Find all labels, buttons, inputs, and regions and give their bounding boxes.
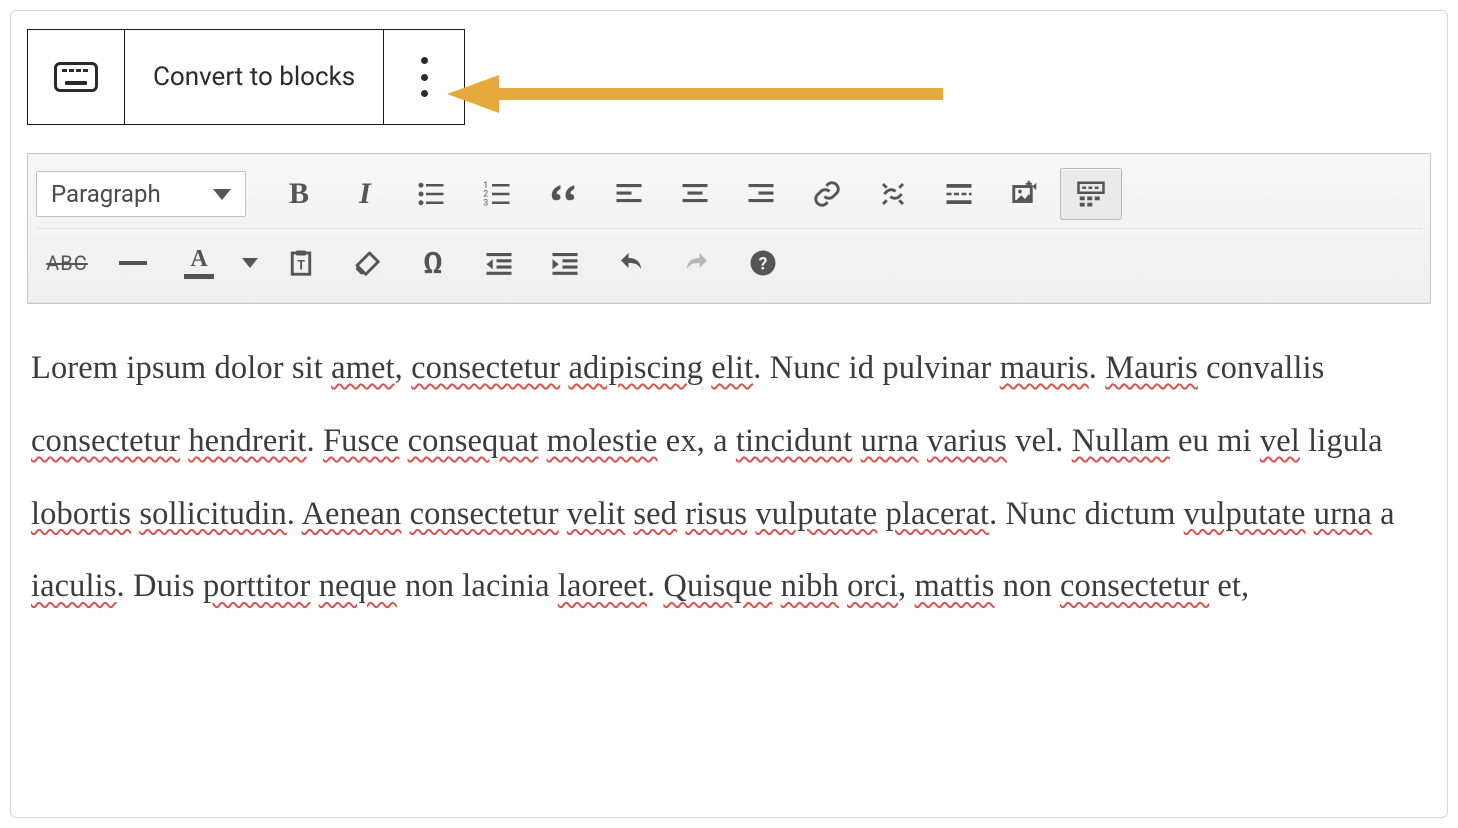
list-ol-icon: 123 — [482, 179, 512, 209]
align-right-button[interactable] — [730, 168, 792, 220]
outdent-icon — [484, 248, 514, 278]
caret-down-icon — [242, 258, 258, 268]
align-left-icon — [614, 179, 644, 209]
link-icon — [812, 179, 842, 209]
paste-text-button[interactable]: T — [270, 237, 332, 289]
block-more-options-button[interactable] — [384, 30, 464, 124]
text-color-dropdown[interactable] — [234, 237, 266, 289]
toolbar-row-1: Paragraph B I 123 — [36, 160, 1422, 228]
list-ul-icon — [416, 179, 446, 209]
caret-down-icon — [213, 189, 231, 200]
align-center-icon — [680, 179, 710, 209]
media-icon — [1010, 179, 1040, 209]
text-color-button[interactable]: A — [168, 237, 230, 289]
strikethrough-button[interactable]: ABC — [36, 237, 98, 289]
insert-more-button[interactable] — [928, 168, 990, 220]
indent-icon — [550, 248, 580, 278]
textcolor-icon: A — [184, 247, 214, 279]
classic-editor-block: Convert to blocks Paragraph B I — [10, 10, 1448, 818]
toolbar-row-2: ABC A T Ω — [36, 228, 1422, 297]
unlink-icon — [878, 179, 908, 209]
indent-button[interactable] — [534, 237, 596, 289]
help-icon: ? — [748, 248, 778, 278]
eraser-icon — [352, 248, 382, 278]
read-more-icon — [944, 179, 974, 209]
svg-text:?: ? — [759, 254, 768, 274]
annotation-arrow — [443, 71, 947, 117]
clipboard-icon: T — [286, 248, 316, 278]
add-media-button[interactable] — [994, 168, 1056, 220]
bulleted-list-button[interactable] — [400, 168, 462, 220]
undo-icon — [616, 248, 646, 278]
more-vertical-icon — [420, 57, 428, 97]
keyboard-icon — [54, 62, 98, 92]
clear-formatting-button[interactable] — [336, 237, 398, 289]
convert-to-blocks-button[interactable]: Convert to blocks — [125, 30, 384, 124]
convert-to-blocks-label: Convert to blocks — [153, 62, 355, 92]
numbered-list-button[interactable]: 123 — [466, 168, 528, 220]
svg-text:3: 3 — [483, 198, 488, 208]
editor-content[interactable]: Lorem ipsum dolor sit amet, consectetur … — [27, 304, 1431, 623]
special-character-button[interactable]: Ω — [402, 237, 464, 289]
quote-icon — [548, 179, 578, 209]
format-select-label: Paragraph — [51, 180, 161, 208]
undo-button[interactable] — [600, 237, 662, 289]
hr-icon — [119, 261, 147, 265]
bold-button[interactable]: B — [268, 168, 330, 220]
kitchensink-icon — [1076, 179, 1106, 209]
block-toolbar: Convert to blocks — [27, 29, 465, 125]
italic-button[interactable]: I — [334, 168, 396, 220]
outdent-button[interactable] — [468, 237, 530, 289]
horizontal-rule-button[interactable] — [102, 237, 164, 289]
format-select[interactable]: Paragraph — [36, 171, 246, 217]
redo-button[interactable] — [666, 237, 728, 289]
svg-text:T: T — [297, 258, 305, 273]
align-center-button[interactable] — [664, 168, 726, 220]
align-left-button[interactable] — [598, 168, 660, 220]
redo-icon — [682, 248, 712, 278]
unlink-button[interactable] — [862, 168, 924, 220]
tinymce-toolbar: Paragraph B I 123 — [27, 153, 1431, 304]
link-button[interactable] — [796, 168, 858, 220]
align-right-icon — [746, 179, 776, 209]
blockquote-button[interactable] — [532, 168, 594, 220]
help-button[interactable]: ? — [732, 237, 794, 289]
toolbar-toggle-button[interactable] — [1060, 168, 1122, 220]
classic-block-icon-button[interactable] — [28, 30, 125, 124]
